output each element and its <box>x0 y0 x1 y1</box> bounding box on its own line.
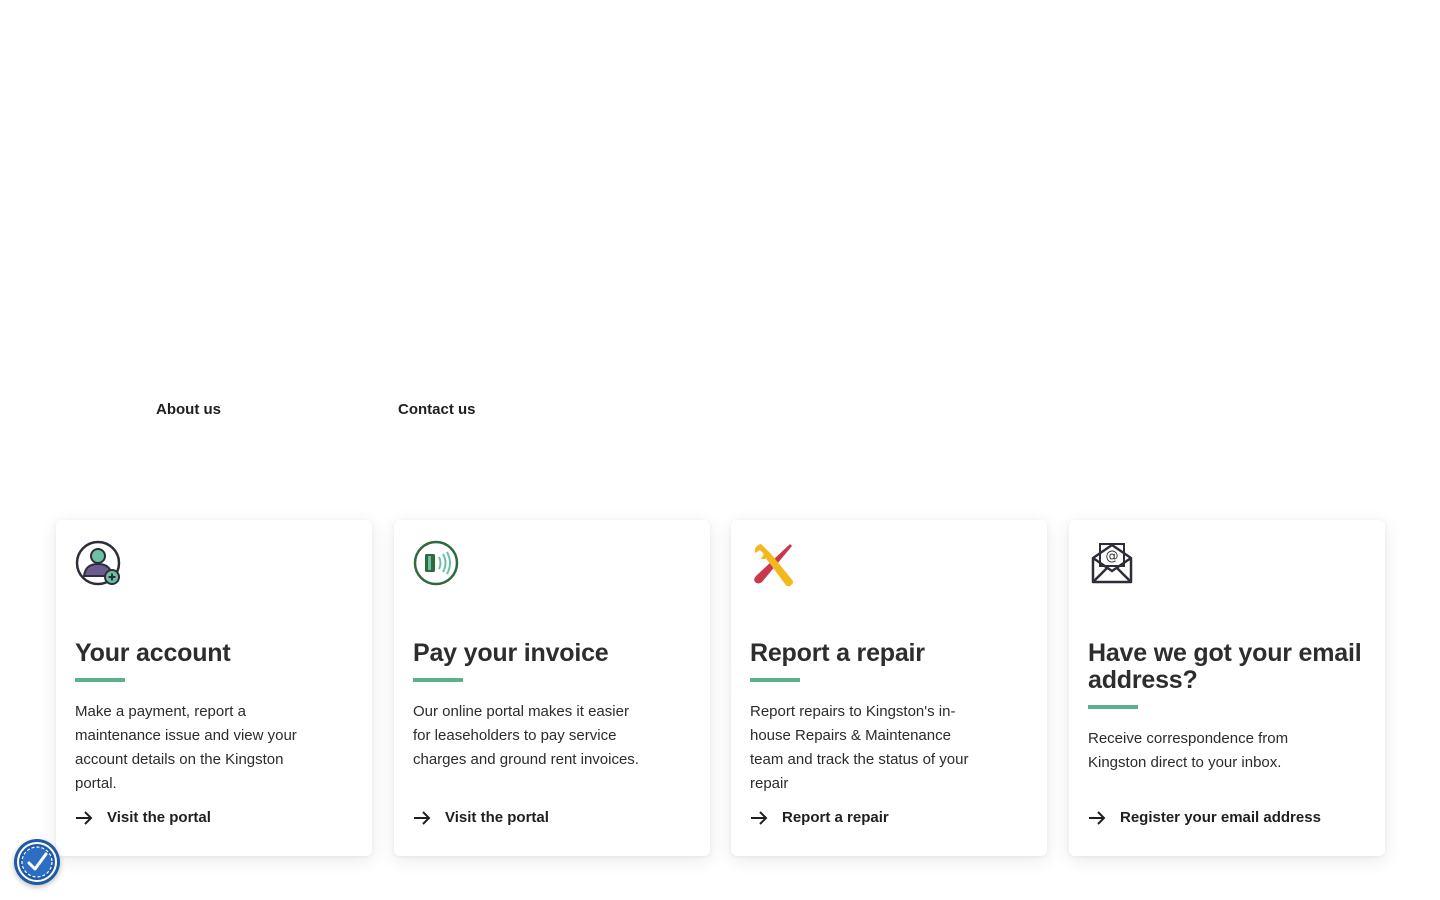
title-underline <box>750 678 800 682</box>
nav-link-contact[interactable]: Contact us <box>398 400 476 420</box>
page: About us Contact us Your account Make a … <box>0 0 1440 900</box>
secondary-nav: About us Contact us <box>0 400 1440 422</box>
card-your-account: Your account Make a payment, report a ma… <box>56 520 372 856</box>
report-repair-link[interactable]: Report a repair <box>750 809 889 826</box>
contactless-card-icon <box>413 540 459 586</box>
visit-portal-link[interactable]: Visit the portal <box>75 809 211 826</box>
email-envelope-icon: @ <box>1091 543 1133 584</box>
card-description: Our online portal makes it easier for le… <box>413 703 639 768</box>
arrow-right-icon <box>1089 810 1106 825</box>
arrow-right-icon <box>414 810 431 825</box>
nav-link-about[interactable]: About us <box>156 400 221 420</box>
accessibility-button[interactable] <box>14 839 60 885</box>
link-label: Report a repair <box>782 809 889 826</box>
arrow-right-icon <box>76 810 93 825</box>
link-label: Visit the portal <box>445 809 549 826</box>
card-email-address: @ Have we got your email address? Receiv… <box>1069 520 1385 856</box>
register-email-link[interactable]: Register your email address <box>1088 809 1321 826</box>
title-underline <box>75 678 125 682</box>
repair-tools-icon <box>754 544 793 587</box>
card-title: Your account <box>75 639 231 667</box>
title-underline <box>413 678 463 682</box>
card-title: Report a repair <box>750 639 925 667</box>
link-label: Visit the portal <box>107 809 211 826</box>
card-report-repair: Report a repair Report repairs to Kingst… <box>731 520 1047 856</box>
arrow-right-icon <box>751 810 768 825</box>
quick-links-cards: Your account Make a payment, report a ma… <box>56 520 1385 856</box>
user-account-icon <box>75 540 121 586</box>
svg-text:@: @ <box>1106 549 1119 564</box>
card-title: Pay your invoice <box>413 639 609 667</box>
card-description: Receive correspondence from Kingston dir… <box>1088 730 1289 771</box>
card-pay-invoice: Pay your invoice Our online portal makes… <box>394 520 710 856</box>
title-underline <box>1088 705 1138 709</box>
card-description: Report repairs to Kingston's in-house Re… <box>750 703 969 792</box>
card-description: Make a payment, report a maintenance iss… <box>75 703 297 792</box>
link-label: Register your email address <box>1120 809 1321 826</box>
accessibility-icon <box>17 842 57 882</box>
visit-portal-link[interactable]: Visit the portal <box>413 809 549 826</box>
card-title: Have we got your email address? <box>1088 639 1362 694</box>
